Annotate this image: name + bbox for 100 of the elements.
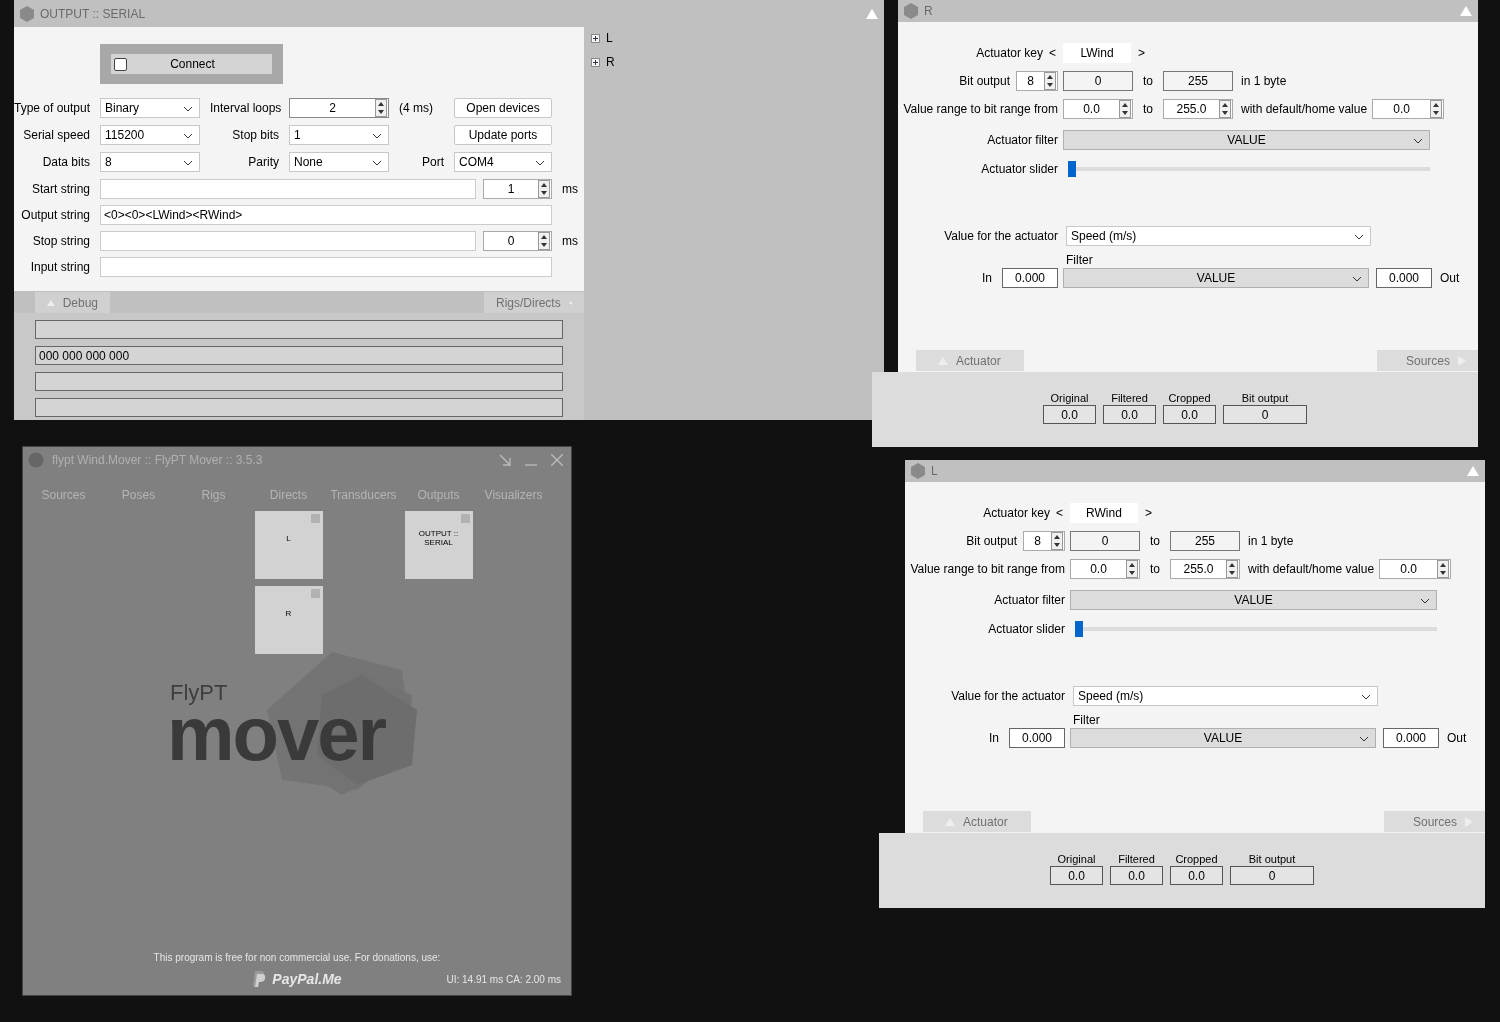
- dropdown[interactable]: 115200: [100, 125, 200, 145]
- dropdown[interactable]: COM4: [454, 152, 552, 172]
- previous-key-link[interactable]: <: [1054, 506, 1065, 520]
- node-checkbox[interactable]: [310, 514, 320, 523]
- number-field[interactable]: 0.000: [1009, 728, 1065, 748]
- action-button[interactable]: Update ports: [454, 125, 552, 145]
- to-label: to: [1142, 74, 1154, 88]
- number-field[interactable]: 0.000: [1383, 728, 1439, 748]
- chevron-down-icon: [1420, 598, 1430, 604]
- node-card[interactable]: OUTPUT :: SERIAL: [404, 511, 473, 579]
- action-button[interactable]: Open devices: [454, 98, 552, 118]
- readout-label: Cropped: [1175, 853, 1218, 866]
- field-label: In: [982, 271, 992, 285]
- sources-tab[interactable]: Sources: [1384, 811, 1485, 832]
- number-field[interactable]: 255.0: [1170, 559, 1240, 579]
- dropdown[interactable]: 1: [289, 125, 389, 145]
- node-label: R: [284, 608, 293, 618]
- field-label: Interval loops: [210, 101, 279, 115]
- number-field[interactable]: 2: [289, 98, 389, 118]
- field-label: Port: [421, 155, 444, 169]
- node-checkbox[interactable]: [460, 514, 470, 523]
- collapse-icon[interactable]: [866, 8, 878, 19]
- close-icon[interactable]: [551, 454, 563, 466]
- readout-label: Original: [1057, 853, 1096, 866]
- number-field[interactable]: 0.0: [1063, 99, 1133, 119]
- collapse-icon[interactable]: [1460, 6, 1472, 16]
- key-field[interactable]: LWind: [1063, 43, 1131, 63]
- tree-item[interactable]: R: [606, 55, 615, 69]
- field-label: Input string: [29, 260, 90, 274]
- dropdown[interactable]: None: [289, 152, 389, 172]
- number-field[interactable]: 1: [483, 179, 552, 199]
- quantity-dropdown[interactable]: Speed (m/s): [1066, 226, 1371, 246]
- chevron-down-icon: [372, 133, 382, 139]
- number-field[interactable]: 255: [1170, 531, 1240, 551]
- filter-dropdown[interactable]: VALUE: [1063, 268, 1369, 288]
- expand-icon[interactable]: [591, 33, 600, 43]
- readout-value: 0.0: [1170, 866, 1223, 885]
- filter-dropdown[interactable]: VALUE: [1070, 728, 1376, 748]
- spin-arrows-icon: [1430, 100, 1443, 118]
- interval-note: (4 ms): [399, 101, 434, 115]
- unit-label: ms: [562, 234, 578, 248]
- field-label: Bit output: [959, 74, 1010, 88]
- text-field[interactable]: [100, 257, 552, 277]
- readout-value: 0.0: [1163, 405, 1216, 424]
- number-field[interactable]: 0: [1063, 71, 1133, 91]
- filter-dropdown[interactable]: VALUE: [1070, 590, 1437, 610]
- actuator-tab[interactable]: Actuator: [923, 811, 1031, 832]
- dropdown[interactable]: Binary: [100, 98, 200, 118]
- number-field[interactable]: 0.000: [1002, 268, 1058, 288]
- slider-thumb[interactable]: [1068, 161, 1076, 177]
- sources-tab[interactable]: Sources: [1377, 350, 1478, 371]
- number-field[interactable]: 8: [1023, 531, 1065, 551]
- field-label: Filter: [1066, 253, 1093, 267]
- number-field[interactable]: 255.0: [1163, 99, 1233, 119]
- spin-arrows-icon: [1044, 72, 1056, 90]
- window-title: R: [924, 4, 933, 18]
- key-field[interactable]: RWind: [1070, 503, 1138, 523]
- number-field[interactable]: 0: [1070, 531, 1140, 551]
- number-field[interactable]: 0.0: [1070, 559, 1140, 579]
- number-field[interactable]: 8: [1016, 71, 1058, 91]
- next-key-link[interactable]: >: [1136, 46, 1147, 60]
- number-field[interactable]: 0: [483, 231, 552, 251]
- field-label: Actuator filter: [994, 593, 1065, 607]
- dropdown[interactable]: 8: [100, 152, 200, 172]
- node-card[interactable]: R: [254, 586, 323, 654]
- spin-arrows-icon: [538, 232, 550, 250]
- connect-toggle[interactable]: Connect: [111, 54, 272, 74]
- slider-thumb[interactable]: [1075, 621, 1083, 637]
- readout-value: 0: [1230, 866, 1314, 885]
- readout-label: Bit output: [1241, 392, 1289, 405]
- donation-notice: This program is free for non commercial use. For donations, use:: [153, 952, 441, 963]
- checkbox[interactable]: [114, 57, 127, 71]
- text-field[interactable]: <0><0><LWind><RWind>: [100, 205, 552, 225]
- filter-dropdown[interactable]: VALUE: [1063, 130, 1430, 150]
- window-title: L: [931, 464, 938, 478]
- field-label: Stop string: [31, 234, 90, 248]
- node-checkbox[interactable]: [310, 589, 320, 598]
- chevron-down-icon: [1359, 736, 1369, 742]
- collapse-icon[interactable]: [1467, 466, 1479, 476]
- number-field[interactable]: 0.0: [1379, 559, 1452, 579]
- resize-arrow-icon[interactable]: [499, 454, 511, 466]
- field-label: Value for the actuator: [944, 229, 1058, 243]
- text-field[interactable]: [100, 231, 476, 251]
- previous-key-link[interactable]: <: [1047, 46, 1058, 60]
- chevron-down-icon: [1352, 276, 1362, 282]
- actuator-tab[interactable]: Actuator: [916, 350, 1024, 371]
- number-field[interactable]: 0.0: [1372, 99, 1445, 119]
- next-key-link[interactable]: >: [1143, 506, 1154, 520]
- text-field[interactable]: [100, 179, 476, 199]
- expand-icon[interactable]: [591, 57, 600, 67]
- number-field[interactable]: 255: [1163, 71, 1233, 91]
- field-label: Serial speed: [22, 128, 90, 142]
- spin-arrows-icon: [375, 99, 387, 117]
- quantity-dropdown[interactable]: Speed (m/s): [1073, 686, 1378, 706]
- tree-item[interactable]: L: [606, 31, 613, 45]
- number-field[interactable]: 0.000: [1376, 268, 1432, 288]
- spin-arrows-icon: [1219, 100, 1231, 118]
- spin-arrows-icon: [1119, 100, 1131, 118]
- byte-label: in 1 byte: [1241, 74, 1287, 88]
- node-card[interactable]: L: [254, 511, 323, 579]
